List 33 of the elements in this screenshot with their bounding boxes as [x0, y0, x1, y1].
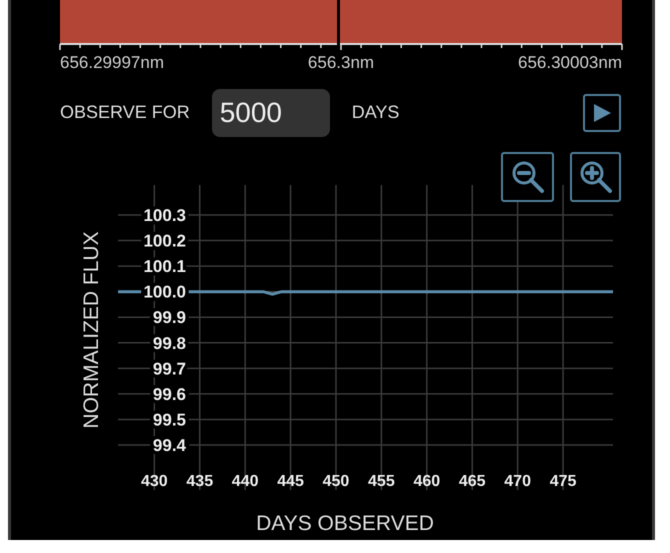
zoom-out-icon: [510, 159, 546, 195]
y-tick-label: 99.8: [152, 334, 186, 353]
x-tick-label: 450: [322, 473, 350, 490]
x-tick-label: 430: [140, 473, 168, 490]
play-icon: [591, 102, 613, 124]
observe-label: OBSERVE FOR: [60, 101, 190, 124]
y-tick-label: 100.2: [143, 232, 186, 251]
y-tick-label: 100.3: [143, 206, 186, 225]
x-tick-label: 465: [458, 473, 486, 490]
days-label: DAYS: [352, 101, 400, 124]
wavelength-label: 656.29997nm: [60, 53, 164, 72]
zoom-in-icon: [578, 159, 614, 195]
x-axis-title: DAYS OBSERVED: [256, 512, 434, 535]
x-tick-label: 470: [504, 473, 531, 490]
y-tick-label: 99.7: [152, 359, 186, 378]
x-tick-label: 435: [186, 473, 214, 490]
x-tick-label: 475: [550, 473, 576, 490]
y-tick-label: 99.4: [152, 436, 186, 455]
play-button[interactable]: [583, 94, 621, 132]
y-tick-label: 99.9: [152, 308, 186, 328]
x-tick-label: 440: [232, 473, 258, 490]
x-tick-label: 445: [277, 473, 304, 490]
x-tick-label: 460: [413, 473, 440, 490]
wavelength-label: 656.30003nm: [518, 53, 622, 72]
zoom-in-button[interactable]: [570, 152, 621, 202]
y-axis-title: NORMALIZED FLUX: [80, 231, 103, 429]
wavelength-label: 656.3nm: [308, 53, 374, 72]
days-input[interactable]: 5000: [212, 88, 330, 136]
y-tick-label: 100.1: [143, 257, 186, 276]
zoom-out-button[interactable]: [501, 152, 554, 202]
y-tick-label: 99.5: [152, 410, 186, 430]
y-tick-label: 99.6: [152, 384, 186, 404]
x-tick-label: 455: [368, 473, 395, 490]
